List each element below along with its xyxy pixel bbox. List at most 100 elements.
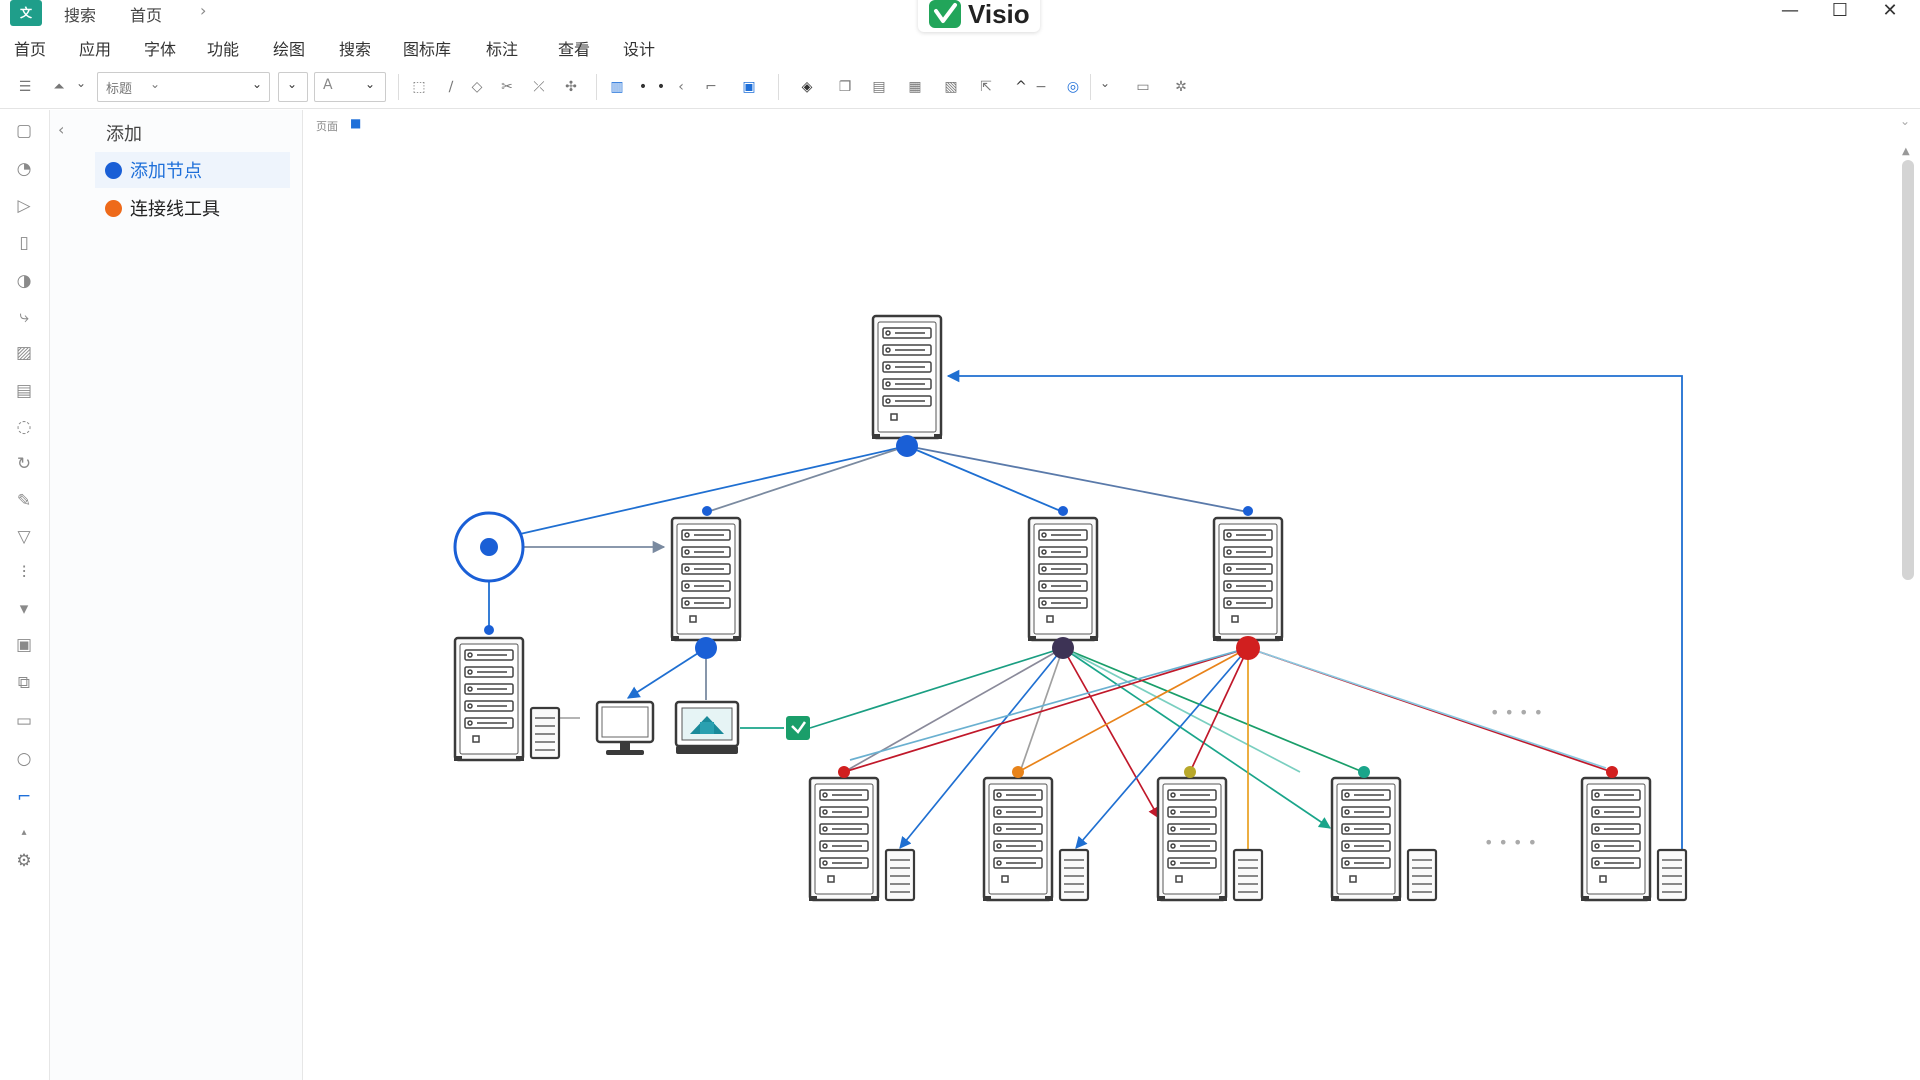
connector-tool-icon[interactable]: ⌐ [13, 786, 35, 808]
shield-icon[interactable]: ▽ [13, 526, 35, 548]
mini-server-4[interactable] [1406, 848, 1438, 902]
menu-function[interactable]: 功能 [207, 36, 239, 60]
connector-icon[interactable]: ⤫ [528, 76, 550, 98]
arrow-icon[interactable]: ‹ [670, 76, 692, 98]
page-icon[interactable]: ▦ [904, 76, 926, 98]
filter-icon[interactable]: ▾ [13, 598, 35, 620]
server-bottom-3[interactable] [1155, 776, 1229, 903]
location-icon[interactable]: ◔ [13, 158, 35, 180]
workstation-icon[interactable] [674, 700, 740, 754]
back-icon[interactable]: ‹ [58, 120, 64, 139]
edge-to-monitor[interactable] [626, 647, 707, 699]
chevron-right-icon[interactable]: › [200, 1, 206, 20]
menu-draw[interactable]: 绘图 [273, 36, 305, 60]
edge-root-to-server-a[interactable] [706, 445, 908, 513]
menu-design[interactable]: 设计 [623, 36, 655, 60]
refresh-icon[interactable]: ◌ [13, 416, 35, 438]
panel-item-connector-tool[interactable]: 连接线工具 [95, 190, 290, 226]
menu-font[interactable]: 字体 [144, 36, 176, 60]
pen-icon[interactable]: ∕ [440, 76, 462, 98]
edge-root-to-server-c[interactable] [906, 445, 1249, 513]
copy-icon[interactable]: ❐ [834, 76, 856, 98]
drawing-canvas[interactable]: 页面 ■ • • • • • • • • [304, 110, 1920, 1080]
menu-apply[interactable]: 应用 [79, 36, 111, 60]
chevron-down-icon[interactable]: ⌄ [1100, 76, 1110, 90]
tab-home[interactable]: 首页 [130, 2, 162, 26]
list-icon[interactable]: ☰ [14, 76, 36, 98]
line-icon[interactable]: − [1030, 76, 1052, 98]
play-icon[interactable]: ▷ [13, 195, 35, 217]
panel-item-add-node[interactable]: 添加节点 [95, 152, 290, 188]
export-icon[interactable]: ⇱ [975, 76, 997, 98]
dot-icon[interactable]: • [650, 76, 672, 98]
frame-icon[interactable]: ▣ [13, 634, 35, 656]
style-dropdown[interactable]: 标题 ⌄ ⌄ [97, 72, 270, 102]
network-badge-icon[interactable] [786, 716, 810, 740]
server-bottom-5[interactable] [1579, 776, 1653, 903]
pencil-icon[interactable]: ✎ [13, 490, 35, 512]
gear-icon[interactable]: ⚙ [13, 850, 35, 872]
menu-home[interactable]: 首页 [14, 36, 46, 60]
network-diagram[interactable]: • • • • • • • • [304, 110, 1920, 1080]
calendar-icon[interactable]: ▤ [13, 380, 35, 402]
mini-server-left[interactable] [529, 706, 561, 760]
column-icon[interactable]: ⫶ [13, 562, 35, 584]
group-icon[interactable]: ▧ [940, 76, 962, 98]
server-a[interactable] [669, 516, 743, 643]
settings-cross-icon[interactable]: ✲ [1170, 76, 1192, 98]
sync-icon[interactable]: ↻ [13, 453, 35, 475]
align-icon[interactable]: ⏶ [48, 76, 70, 98]
mini-server-1[interactable] [884, 848, 916, 902]
globe-icon[interactable]: ◑ [13, 270, 35, 292]
font-dropdown[interactable]: A ⌄ [314, 72, 386, 102]
tab-search[interactable]: 搜索 [64, 2, 96, 26]
server-c-connection-dot[interactable] [1236, 636, 1260, 660]
clipboard-icon[interactable]: ▢ [13, 120, 35, 142]
server-b-connection-dot[interactable] [1052, 637, 1074, 659]
edge-root-to-server-b[interactable] [906, 445, 1064, 513]
server-a-connection-dot[interactable] [695, 637, 717, 659]
close-icon[interactable]: ✕ [1870, 0, 1910, 21]
menu-view[interactable]: 查看 [558, 36, 590, 60]
scroll-up-icon[interactable]: ▲ [1902, 146, 1910, 157]
monitor-icon[interactable] [595, 700, 655, 755]
root-server[interactable] [870, 314, 944, 441]
hub-node[interactable] [453, 511, 525, 583]
server-b[interactable] [1026, 516, 1100, 643]
server-bottom-1[interactable] [807, 776, 881, 903]
curve-icon[interactable]: ^ [1010, 76, 1032, 98]
paint-icon[interactable]: ◈ [796, 76, 818, 98]
frame-icon[interactable]: ▭ [1132, 76, 1154, 98]
cut-icon[interactable]: ✂ [496, 76, 518, 98]
chevron-down-icon[interactable]: ⌄ [1900, 114, 1910, 128]
chart-icon[interactable]: ▥ [606, 76, 628, 98]
comment-icon[interactable]: ▤ [868, 76, 890, 98]
app-icon[interactable]: 文 [10, 0, 42, 26]
menu-search[interactable]: 搜索 [339, 36, 371, 60]
circle-icon[interactable]: ○ [13, 748, 35, 770]
document-icon[interactable]: ▯ [13, 232, 35, 254]
mini-server-5[interactable] [1656, 848, 1688, 902]
server-bottom-2[interactable] [981, 776, 1055, 903]
text-box-icon[interactable]: ▭ [13, 710, 35, 732]
chevron-down-icon[interactable]: ⌄ [76, 76, 86, 90]
minimize-icon[interactable]: — [1770, 0, 1810, 21]
clip-icon[interactable]: ⌐ [700, 76, 722, 98]
caret-up-icon[interactable]: ▴ [13, 822, 35, 844]
shape-icon[interactable]: ⬚ [408, 76, 430, 98]
server-left[interactable] [452, 636, 526, 763]
root-connection-dot[interactable] [896, 435, 918, 457]
menu-annotate[interactable]: 标注 [486, 36, 518, 60]
mini-server-3[interactable] [1232, 848, 1264, 902]
menu-icon-library[interactable]: 图标库 [403, 36, 451, 60]
vertical-scrollbar[interactable] [1902, 160, 1914, 580]
edge-red-to-bottom-1[interactable] [843, 647, 1249, 773]
node-icon[interactable]: ✣ [560, 76, 582, 98]
search-icon[interactable]: ◎ [1062, 76, 1084, 98]
eraser-icon[interactable]: ◇ [466, 76, 488, 98]
crop-icon[interactable]: ⧉ [13, 672, 35, 694]
layout-icon[interactable]: ▣ [738, 76, 760, 98]
edge-red-to-bottom-5b[interactable] [1247, 647, 1607, 769]
server-c[interactable] [1211, 516, 1285, 643]
curve-icon[interactable]: ⤷ [13, 306, 35, 328]
